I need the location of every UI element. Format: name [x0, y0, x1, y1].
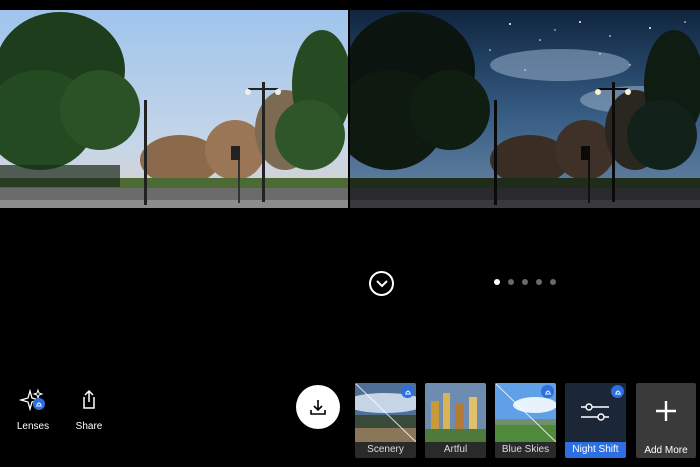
lens-label: Scenery	[355, 442, 416, 458]
lens-label: Artful	[425, 442, 486, 458]
lens-label: Blue Skies	[495, 442, 556, 458]
share-label: Share	[75, 421, 103, 432]
pagination-dots	[494, 279, 556, 285]
lens-label: Night Shift	[565, 442, 626, 458]
cloud-badge-icon	[401, 385, 414, 398]
add-more-button[interactable]: Add More	[636, 383, 696, 458]
lens-artful[interactable]: Artful	[425, 383, 486, 458]
collapse-button[interactable]	[369, 271, 394, 296]
page-dot[interactable]	[522, 279, 528, 285]
cloud-badge-icon	[611, 385, 624, 398]
share-icon	[83, 389, 95, 409]
sparkle-icon	[18, 388, 45, 412]
lens-blue-skies[interactable]: Blue Skies	[495, 383, 556, 458]
lens-scenery[interactable]: Scenery	[355, 383, 416, 458]
original-photo	[0, 10, 348, 208]
top-strip	[0, 0, 700, 10]
page-dot[interactable]	[508, 279, 514, 285]
page-dot[interactable]	[550, 279, 556, 285]
lens-night-shift[interactable]: Night Shift	[565, 383, 626, 458]
night-shift-photo	[350, 10, 700, 208]
page-dot[interactable]	[494, 279, 500, 285]
download-icon	[310, 400, 326, 415]
add-more-label: Add More	[644, 445, 688, 456]
plus-icon	[656, 401, 676, 421]
share-button[interactable]: Share	[69, 388, 109, 432]
lens-thumbnail	[425, 383, 486, 442]
cloud-badge-icon	[541, 385, 554, 398]
lenses-button[interactable]: Lenses	[13, 388, 53, 432]
page-dot[interactable]	[536, 279, 542, 285]
download-button[interactable]	[296, 385, 340, 429]
chevron-down-icon	[375, 279, 388, 287]
lenses-label: Lenses	[16, 421, 50, 432]
